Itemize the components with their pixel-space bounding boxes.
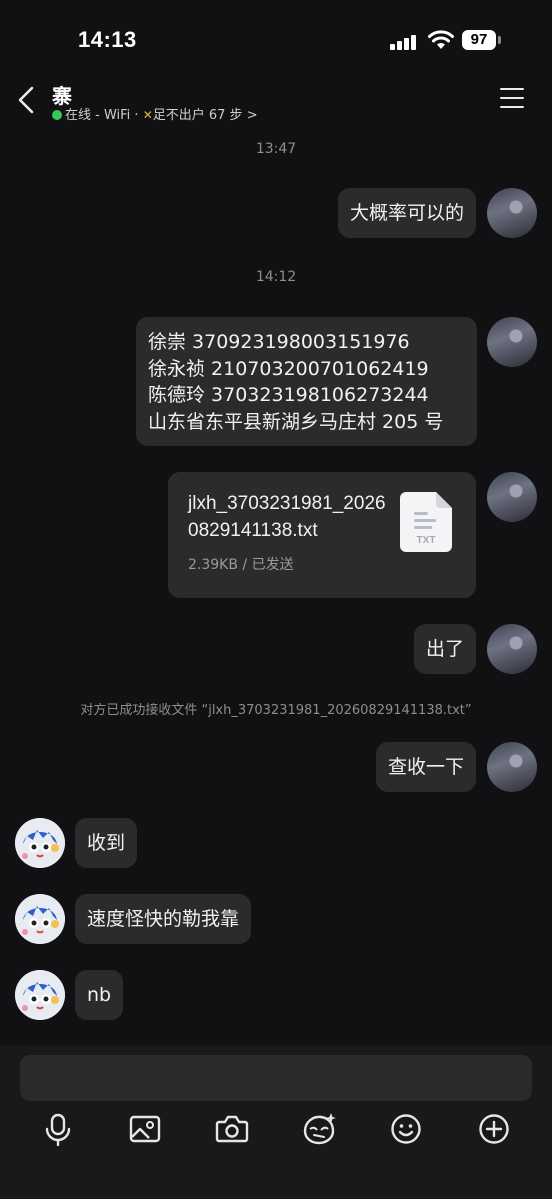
- contact-avatar[interactable]: [15, 818, 65, 868]
- timestamp: 13:47: [255, 141, 297, 157]
- plus-icon[interactable]: [472, 1107, 516, 1151]
- sent-message[interactable]: 查收一下: [375, 742, 476, 792]
- menu-icon[interactable]: [500, 88, 526, 110]
- camera-icon[interactable]: [210, 1107, 254, 1151]
- composer: [0, 1045, 552, 1199]
- my-avatar[interactable]: [487, 317, 537, 367]
- file-meta: 2.39KB / 已发送: [188, 557, 294, 573]
- txt-file-icon: TXT: [400, 492, 452, 552]
- my-avatar[interactable]: [487, 742, 537, 792]
- online-dot-icon: [52, 110, 62, 120]
- back-icon[interactable]: [14, 82, 44, 118]
- status-bar: 14:13 97: [0, 0, 552, 80]
- cellular-signal-icon: [390, 32, 420, 50]
- sticker-icon[interactable]: [297, 1107, 341, 1151]
- chat-header: 寨 在线 - WiFi · ✕足不出户 67 步 >: [0, 80, 552, 124]
- message-input[interactable]: [20, 1055, 532, 1101]
- presence-text: 在线 - WiFi ·: [65, 108, 143, 123]
- file-name: jlxh_3703231981_20260829141138.txt: [188, 493, 386, 541]
- message-line: 山东省东平县新湖乡马庄村 205 号: [148, 410, 444, 433]
- contact-status[interactable]: 在线 - WiFi · ✕足不出户 67 步 >: [52, 104, 258, 123]
- contact-avatar[interactable]: [15, 894, 65, 944]
- received-message[interactable]: nb: [75, 970, 124, 1020]
- sent-message[interactable]: 大概率可以的: [337, 188, 476, 238]
- message-line: 徐崇 370923198003151976: [148, 331, 410, 353]
- sent-message[interactable]: 出了: [413, 624, 476, 674]
- steps-icon: ✕: [142, 108, 153, 122]
- image-icon[interactable]: [123, 1107, 167, 1151]
- received-message[interactable]: 速度怪快的勒我靠: [75, 894, 252, 944]
- message-line: 陈德玲 370323198106273244: [148, 384, 429, 406]
- file-message[interactable]: jlxh_3703231981_20260829141138.txt 2.39K…: [168, 472, 476, 598]
- battery-icon: 97: [462, 30, 496, 50]
- wifi-icon: [428, 30, 454, 49]
- sent-message-multiline[interactable]: 徐崇 370923198003151976 徐永祯 21070320070106…: [136, 317, 477, 446]
- emoji-icon[interactable]: [384, 1107, 428, 1151]
- steps-text: 足不出户 67 步 >: [152, 108, 258, 123]
- my-avatar[interactable]: [487, 472, 537, 522]
- status-time: 14:13: [78, 27, 137, 52]
- my-avatar[interactable]: [487, 188, 537, 238]
- message-line: 徐永祯 210703200701062419: [148, 357, 429, 380]
- system-notice: 对方已成功接收文件 “jlxh_3703231981_2026082914113…: [80, 703, 472, 718]
- timestamp: 14:12: [255, 269, 297, 285]
- microphone-icon[interactable]: [36, 1107, 80, 1151]
- contact-avatar[interactable]: [15, 970, 65, 1020]
- received-message[interactable]: 收到: [75, 818, 138, 868]
- svg-text:TXT: TXT: [417, 535, 436, 546]
- my-avatar[interactable]: [487, 624, 537, 674]
